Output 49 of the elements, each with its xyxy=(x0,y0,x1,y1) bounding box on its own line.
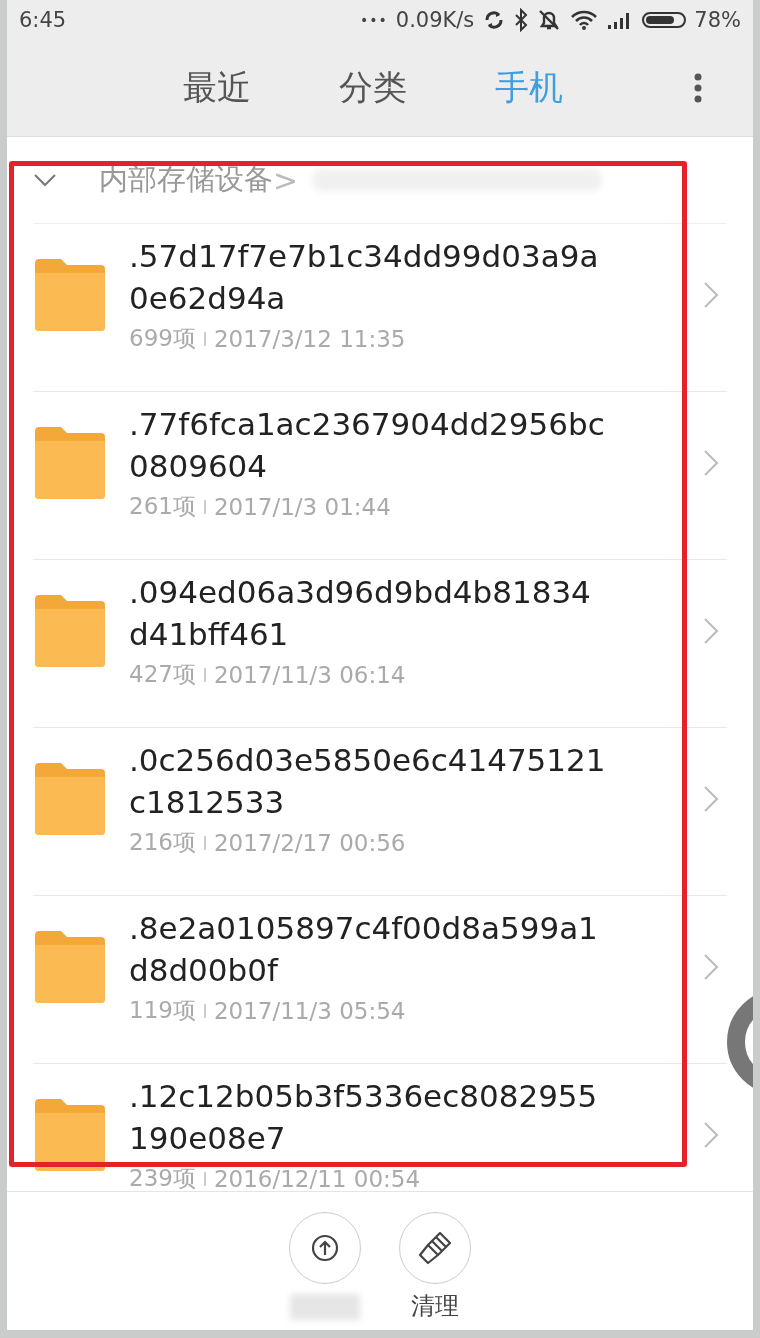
folder-row[interactable]: .8e2a0105897c4f00d8a599a1d8d00b0f 119项 2017/11/3 05:54 xyxy=(33,896,727,1064)
folder-name: .57d17f7e7b1c34dd99d03a9a0e62d94a xyxy=(129,237,600,318)
modified-date: 2017/2/17 00:56 xyxy=(213,829,406,856)
modified-date: 2016/12/11 00:54 xyxy=(213,1165,421,1191)
item-count: 427项 xyxy=(129,660,196,689)
tab[interactable]: 最近 xyxy=(183,65,251,111)
network-speed: 0.09K/s xyxy=(395,8,475,32)
wifi-icon xyxy=(570,9,599,31)
chevron-right-icon xyxy=(703,616,719,645)
folder-icon xyxy=(33,424,107,501)
item-count: 119项 xyxy=(129,996,196,1025)
folder-name: .77f6fca1ac2367904dd2956bc0809604 xyxy=(129,405,606,486)
folder-name: .0c256d03e5850e6c41475121c1812533 xyxy=(129,741,607,822)
action-label: 清理 xyxy=(411,1291,459,1322)
item-count: 699项 xyxy=(129,324,196,353)
item-count: 239项 xyxy=(129,1164,196,1191)
bluetooth-icon xyxy=(514,8,529,32)
folder-name: .8e2a0105897c4f00d8a599a1d8d00b0f xyxy=(129,909,599,990)
item-count: 216项 xyxy=(129,828,196,857)
brush-icon xyxy=(418,1231,452,1265)
modified-date: 2017/3/12 11:35 xyxy=(213,325,406,352)
folder-icon xyxy=(33,256,107,333)
chevron-right-icon xyxy=(703,1120,719,1149)
folder-row[interactable]: .57d17f7e7b1c34dd99d03a9a0e62d94a 699项 2017/3/12 11:35 xyxy=(33,224,727,392)
breadcrumb-separator: > xyxy=(273,162,299,198)
collapse-chevron-icon[interactable] xyxy=(33,173,57,187)
more-menu-icon[interactable] xyxy=(693,72,703,104)
chevron-right-icon xyxy=(703,448,719,477)
more-notifications-icon: ••• xyxy=(360,12,388,28)
modified-date: 2017/1/3 01:44 xyxy=(213,493,391,520)
modified-date: 2017/11/3 05:54 xyxy=(213,997,406,1024)
folder-row[interactable]: .77f6fca1ac2367904dd2956bc0809604 261项 2017/1/3 01:44 xyxy=(33,392,727,560)
chevron-right-icon xyxy=(703,784,719,813)
folder-icon xyxy=(33,928,107,1005)
folder-row[interactable]: .0c256d03e5850e6c41475121c1812533 216项 2017/2/17 00:56 xyxy=(33,728,727,896)
battery-icon xyxy=(642,12,687,28)
modified-date: 2017/11/3 06:14 xyxy=(213,661,406,688)
status-time: 6:45 xyxy=(19,8,67,32)
folder-name: .12c12b05b3f5336ec8082955190e08e7 xyxy=(129,1077,599,1158)
item-count: 261项 xyxy=(129,492,196,521)
folder-icon xyxy=(33,760,107,837)
folder-icon xyxy=(33,592,107,669)
folder-name: .094ed06a3d96d9bd4b81834d41bff461 xyxy=(129,573,592,654)
battery-percent: 78% xyxy=(694,8,741,32)
chevron-right-icon xyxy=(703,952,719,981)
folder-icon xyxy=(33,1096,107,1173)
chevron-right-icon xyxy=(703,280,719,309)
tab[interactable]: 分类 xyxy=(339,65,407,111)
folder-row[interactable]: .094ed06a3d96d9bd4b81834d41bff461 427项 2017/11/3 06:14 xyxy=(33,560,727,728)
